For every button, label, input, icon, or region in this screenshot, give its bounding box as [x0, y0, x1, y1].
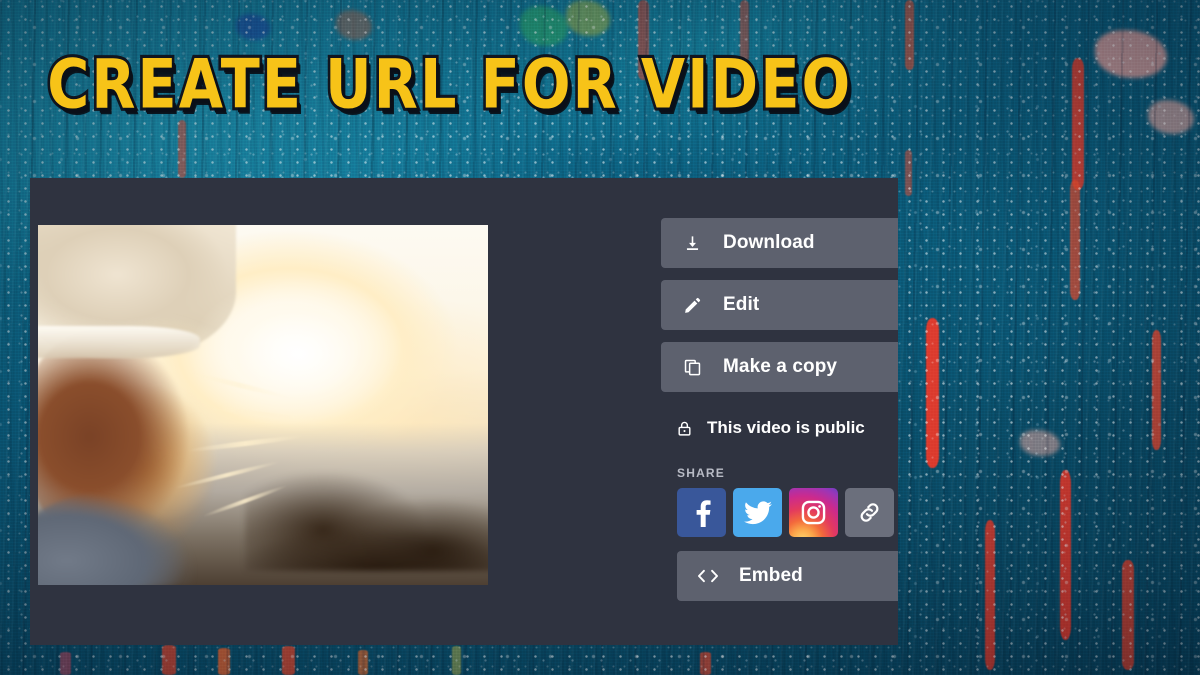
share-section-label: SHARE: [677, 466, 726, 480]
screenshot-root: CREATE URL FOR VIDEO Download Edit Make …: [0, 0, 1200, 675]
edit-label: Edit: [723, 294, 760, 315]
privacy-label: This video is public: [707, 418, 865, 437]
copy-link-button[interactable]: [845, 488, 894, 537]
lock-icon: [661, 419, 707, 438]
embed-label: Embed: [739, 565, 803, 586]
copy-icon: [661, 358, 723, 377]
share-twitter-button[interactable]: [733, 488, 782, 537]
make-a-copy-button[interactable]: Make a copy: [661, 342, 898, 392]
download-icon: [661, 234, 723, 253]
embed-button[interactable]: Embed: [677, 551, 898, 601]
download-label: Download: [723, 232, 815, 253]
edit-button[interactable]: Edit: [661, 280, 898, 330]
privacy-status[interactable]: This video is public: [661, 404, 898, 452]
download-button[interactable]: Download: [661, 218, 898, 268]
pencil-icon: [661, 296, 723, 315]
social-share-row: [677, 488, 898, 537]
title-container: CREATE URL FOR VIDEO: [0, 47, 900, 121]
video-thumbnail[interactable]: [38, 225, 488, 585]
video-sun-glow: [38, 225, 488, 585]
share-controls: Download Edit Make a copy This video is …: [661, 218, 898, 601]
video-share-panel: Download Edit Make a copy This video is …: [30, 178, 898, 645]
page-title: CREATE URL FOR VIDEO: [45, 44, 853, 125]
share-facebook-button[interactable]: [677, 488, 726, 537]
share-instagram-button[interactable]: [789, 488, 838, 537]
make-a-copy-label: Make a copy: [723, 356, 838, 377]
code-icon: [677, 567, 739, 585]
